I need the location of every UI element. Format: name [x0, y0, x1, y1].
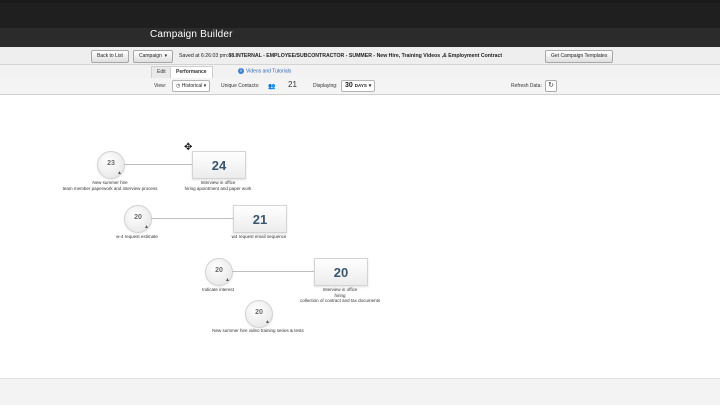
chevron-down-icon: ▾: [163, 53, 168, 59]
person-icon: ▲: [144, 224, 149, 230]
saved-timestamp: Saved at 6:26:03 pm:: [179, 53, 229, 59]
node-count: 20: [215, 267, 223, 274]
node-caption: New summer hire video training series & …: [188, 328, 328, 334]
goal-node[interactable]: 20: [314, 258, 368, 286]
move-cursor-icon: ✥: [184, 142, 193, 153]
refresh-data-label: Refresh Data:: [511, 83, 542, 89]
people-icon: 👥: [268, 84, 276, 90]
view-tabs: [0, 65, 720, 78]
campaign-canvas: [0, 95, 720, 385]
flow-connector: [151, 218, 233, 219]
node-count: 20: [255, 309, 263, 316]
person-icon: ▲: [265, 319, 270, 325]
goal-count: 20: [333, 265, 349, 280]
refresh-icon: ↻: [548, 82, 554, 89]
caption-line: New summer hire video training series & …: [212, 328, 304, 333]
get-campaign-templates-button[interactable]: Get Campaign Templates: [545, 50, 614, 63]
canvas-bottom-edge: [0, 378, 720, 405]
displaying-days-value: 30: [345, 82, 353, 89]
sequence-node[interactable]: 20 ▲: [245, 300, 273, 328]
node-caption: New summer hire team member paperwork an…: [40, 180, 180, 191]
refresh-button[interactable]: ↻: [545, 80, 557, 92]
info-icon: i: [238, 68, 244, 74]
tab-performance[interactable]: Performance: [170, 66, 213, 78]
tab-edit[interactable]: Edit: [151, 66, 172, 78]
displaying-days-select[interactable]: 30 DAYS ▾: [341, 80, 376, 92]
caption-line: team member paperwork and interview proc…: [62, 185, 158, 191]
goal-caption: w4 request email sequence: [219, 234, 299, 240]
person-icon: ▲: [117, 170, 122, 176]
node-caption: Indicate interest: [188, 287, 248, 293]
caption-line: w-4 request estimate: [116, 234, 158, 239]
view-select[interactable]: ◷ Historical ▾: [172, 80, 211, 92]
videos-tutorials-link[interactable]: i Videos and Tutorials: [238, 68, 291, 74]
campaign-menu-button[interactable]: Campaign ▾: [133, 50, 174, 63]
goal-caption: Interview in office hiring apointment an…: [168, 180, 268, 191]
header-title-band: [0, 28, 720, 47]
unique-contacts-label: Unique Contacts:: [221, 83, 260, 89]
campaign-name[interactable]: 88.INTERNAL - EMPLOYEE/SUBCONTRACTOR - S…: [228, 53, 502, 59]
videos-tutorials-label: Videos and Tutorials: [246, 68, 292, 75]
view-select-value: Historical: [181, 83, 203, 89]
page-title: Campaign Builder: [150, 29, 233, 40]
chevron-down-icon: ▾: [368, 83, 372, 89]
displaying-label: Displaying:: [313, 83, 338, 89]
campaign-menu-label: Campaign: [139, 53, 162, 59]
caption-line: Indicate interest: [202, 287, 234, 292]
sequence-node[interactable]: 20 ▲: [205, 258, 233, 286]
flow-connector: [232, 271, 314, 272]
sequence-node[interactable]: 23 ▲: [97, 151, 125, 179]
caption-line: collection of contract and tax documents: [299, 298, 381, 303]
goal-node[interactable]: 24: [192, 151, 246, 179]
view-label: View:: [154, 83, 167, 89]
back-to-list-button[interactable]: Back to List: [91, 50, 129, 63]
node-caption: w-4 request estimate: [97, 234, 177, 240]
chevron-down-icon: ▾: [202, 83, 207, 89]
goal-count: 21: [252, 212, 268, 227]
save-status: Saved at 6:26:03 pm:88.INTERNAL - EMPLOY…: [179, 53, 502, 59]
node-count: 20: [134, 214, 142, 221]
flow-connector: [124, 164, 192, 165]
caption-line: w4 request email sequence: [231, 234, 287, 239]
unique-contacts-count: 21: [288, 80, 297, 89]
goal-count: 24: [211, 158, 227, 173]
person-icon: ▲: [225, 277, 230, 283]
sequence-node[interactable]: 20 ▲: [124, 205, 152, 233]
goal-caption: Interview in office hiring collection of…: [285, 287, 395, 304]
goal-node[interactable]: 21: [233, 205, 287, 233]
caption-line: hiring apointment and paper work: [184, 185, 252, 191]
days-unit: DAYS: [354, 83, 367, 88]
node-count: 23: [107, 160, 115, 167]
